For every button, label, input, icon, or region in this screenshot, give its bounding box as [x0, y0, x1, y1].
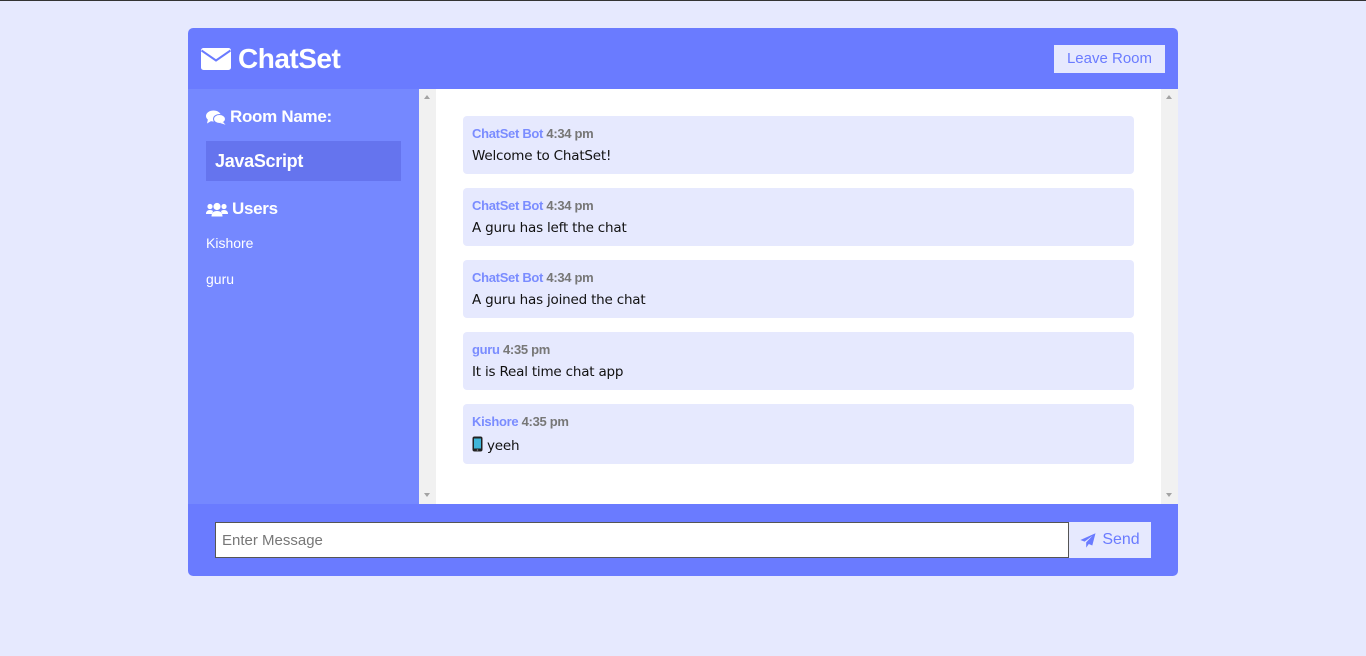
- message-text: yeeh: [487, 438, 520, 454]
- message: ChatSet Bot 4:34 pm Welcome to ChatSet!: [463, 116, 1134, 174]
- chat-main: Room Name: JavaScript Users Kishore guru: [188, 89, 1178, 504]
- message: ChatSet Bot 4:34 pm A guru has left the …: [463, 188, 1134, 246]
- room-heading-label: Room Name:: [230, 107, 332, 126]
- leave-room-button[interactable]: Leave Room: [1054, 44, 1165, 73]
- message-time: 4:35 pm: [503, 342, 551, 357]
- message-user: ChatSet Bot: [472, 126, 544, 141]
- message: ChatSet Bot 4:34 pm A guru has joined th…: [463, 260, 1134, 318]
- mobile-phone-icon: [472, 436, 483, 452]
- message-time: 4:35 pm: [521, 414, 569, 429]
- comments-icon: [206, 110, 226, 125]
- message-user: guru: [472, 342, 500, 357]
- scroll-down-arrow-icon[interactable]: [1166, 493, 1172, 497]
- users-icon: [206, 202, 228, 216]
- room-name: JavaScript: [206, 141, 401, 181]
- chat-form: Send: [188, 504, 1178, 576]
- users-heading: Users: [206, 199, 401, 219]
- message-time: 4:34 pm: [546, 126, 594, 141]
- message: guru 4:35 pm It is Real time chat app: [463, 332, 1134, 390]
- message: Kishore 4:35 pm yeeh: [463, 404, 1134, 464]
- chat-container: ChatSet Leave Room Room Name: JavaScript: [188, 28, 1178, 576]
- send-button-label: Send: [1102, 531, 1140, 548]
- room-heading: Room Name:: [206, 107, 401, 127]
- send-button[interactable]: Send: [1069, 522, 1151, 558]
- brand: ChatSet: [201, 42, 341, 75]
- paper-plane-icon: [1080, 532, 1096, 548]
- user-list-item: guru: [206, 271, 235, 287]
- chat-header: ChatSet Leave Room: [188, 28, 1178, 89]
- message-user: Kishore: [472, 414, 519, 429]
- user-list-item: Kishore: [206, 235, 254, 251]
- envelope-icon: [201, 47, 231, 70]
- message-user: ChatSet Bot: [472, 270, 544, 285]
- scroll-down-arrow-icon[interactable]: [424, 493, 430, 497]
- message-text: It is Real time chat app: [472, 364, 624, 380]
- scrollbar-left[interactable]: [419, 89, 436, 504]
- user-list: Kishore guru: [206, 235, 401, 307]
- message-text: Welcome to ChatSet!: [472, 148, 612, 164]
- chat-messages: ChatSet Bot 4:34 pm Welcome to ChatSet! …: [436, 89, 1161, 504]
- message-user: ChatSet Bot: [472, 198, 544, 213]
- sidebar: Room Name: JavaScript Users Kishore guru: [188, 89, 419, 504]
- app-title: ChatSet: [238, 42, 341, 74]
- users-heading-label: Users: [232, 199, 278, 218]
- scroll-up-arrow-icon[interactable]: [424, 95, 430, 99]
- message-input[interactable]: [215, 522, 1069, 558]
- message-time: 4:34 pm: [546, 198, 594, 213]
- scrollbar-right[interactable]: [1161, 89, 1178, 504]
- scroll-up-arrow-icon[interactable]: [1166, 95, 1172, 99]
- message-text: A guru has joined the chat: [472, 292, 646, 308]
- message-time: 4:34 pm: [546, 270, 594, 285]
- message-text: A guru has left the chat: [472, 220, 627, 236]
